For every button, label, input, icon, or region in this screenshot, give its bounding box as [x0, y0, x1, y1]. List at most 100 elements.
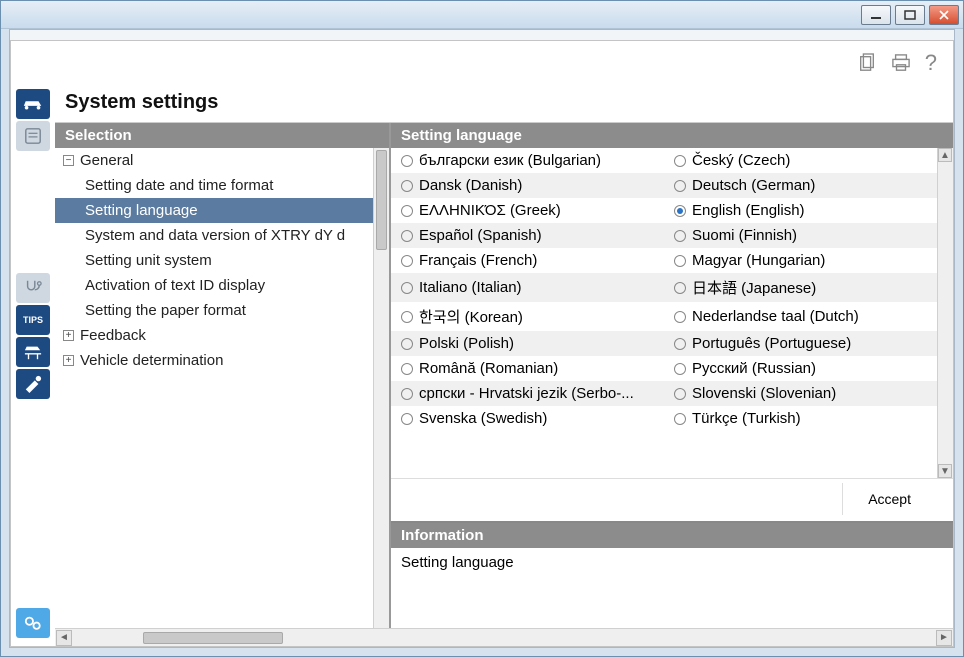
- language-label: Română (Romanian): [419, 360, 558, 377]
- window-minimize-button[interactable]: [861, 5, 891, 25]
- radio-icon[interactable]: [401, 230, 413, 242]
- language-option[interactable]: Nederlandse taal (Dutch): [664, 302, 937, 331]
- tree-item-label: Setting date and time format: [85, 177, 273, 194]
- h-scroll-thumb[interactable]: [143, 632, 283, 644]
- scroll-down-arrow[interactable]: ▼: [938, 464, 952, 478]
- radio-icon[interactable]: [674, 363, 686, 375]
- window-maximize-button[interactable]: [895, 5, 925, 25]
- window-close-button[interactable]: [929, 5, 959, 25]
- page-title: System settings: [55, 85, 953, 122]
- scroll-left-arrow[interactable]: ◄: [56, 630, 72, 646]
- language-option[interactable]: Suomi (Finnish): [664, 223, 937, 248]
- radio-icon[interactable]: [401, 180, 413, 192]
- expand-icon[interactable]: +: [63, 330, 74, 341]
- scroll-right-arrow[interactable]: ►: [936, 630, 952, 646]
- language-option[interactable]: српски - Hrvatski jezik (Serbo-...: [391, 381, 664, 406]
- language-row: Română (Romanian) Русский (Russian): [391, 356, 937, 381]
- language-label: Český (Czech): [692, 152, 790, 169]
- language-option[interactable]: English (English): [664, 198, 937, 223]
- language-option[interactable]: Magyar (Hungarian): [664, 248, 937, 273]
- language-option[interactable]: 日本語 (Japanese): [664, 273, 937, 302]
- tree-item[interactable]: System and data version of XTRY dY d: [55, 223, 389, 248]
- collapse-icon[interactable]: −: [63, 155, 74, 166]
- scroll-up-arrow[interactable]: ▲: [938, 148, 952, 162]
- expand-icon[interactable]: +: [63, 355, 74, 366]
- language-row: Español (Spanish)Suomi (Finnish): [391, 223, 937, 248]
- tool-icon[interactable]: [16, 369, 50, 399]
- tree-item[interactable]: Setting the paper format: [55, 298, 389, 323]
- help-button[interactable]: ?: [925, 50, 937, 76]
- radio-icon[interactable]: [401, 388, 413, 400]
- information-text: Setting language: [391, 548, 953, 628]
- stethoscope-icon[interactable]: [16, 273, 50, 303]
- radio-icon[interactable]: [401, 205, 413, 217]
- car-lift-icon[interactable]: [16, 337, 50, 367]
- radio-icon[interactable]: [674, 255, 686, 267]
- language-row: Polski (Polish) Português (Portuguese): [391, 331, 937, 356]
- tree-item[interactable]: Setting unit system: [55, 248, 389, 273]
- print-icon[interactable]: [891, 52, 911, 74]
- language-option[interactable]: Deutsch (German): [664, 173, 937, 198]
- radio-icon[interactable]: [674, 155, 686, 167]
- radio-icon[interactable]: [401, 311, 413, 323]
- language-option[interactable]: Français (French): [391, 248, 664, 273]
- radio-icon[interactable]: [674, 205, 686, 217]
- gears-icon[interactable]: [16, 608, 50, 638]
- tree-item[interactable]: −General: [55, 148, 389, 173]
- tree-scroll-thumb[interactable]: [376, 150, 387, 250]
- radio-icon[interactable]: [674, 388, 686, 400]
- language-option[interactable]: Dansk (Danish): [391, 173, 664, 198]
- titlebar: [1, 1, 963, 29]
- language-option[interactable]: Português (Portuguese): [664, 331, 937, 356]
- language-label: Français (French): [419, 252, 537, 269]
- document-icon[interactable]: [16, 121, 50, 151]
- app-window: ? TIPS: [0, 0, 964, 657]
- language-option[interactable]: Русский (Russian): [664, 356, 937, 381]
- language-option[interactable]: Polski (Polish): [391, 331, 664, 356]
- language-label: српски - Hrvatski jezik (Serbo-...: [419, 385, 634, 402]
- tree-item[interactable]: Setting language: [55, 198, 389, 223]
- language-scrollbar[interactable]: ▲ ▼: [937, 148, 953, 478]
- language-label: Deutsch (German): [692, 177, 815, 194]
- radio-icon[interactable]: [674, 338, 686, 350]
- radio-icon[interactable]: [401, 255, 413, 267]
- language-option[interactable]: ΕΛΛΗΝΙΚΌΣ (Greek): [391, 198, 664, 223]
- language-label: 한국의 (Korean): [419, 306, 523, 327]
- tree-item[interactable]: +Feedback: [55, 323, 389, 348]
- horizontal-scrollbar[interactable]: ◄ ►: [55, 628, 953, 646]
- content-frame: ? TIPS: [10, 40, 954, 647]
- radio-icon[interactable]: [401, 338, 413, 350]
- tree-item[interactable]: +Vehicle determination: [55, 348, 389, 373]
- tips-icon[interactable]: TIPS: [16, 305, 50, 335]
- language-option[interactable]: Svenska (Swedish): [391, 406, 664, 431]
- accept-button[interactable]: Accept: [842, 483, 937, 515]
- language-row: српски - Hrvatski jezik (Serbo-... Sloven…: [391, 381, 937, 406]
- information-panel: Information Setting language: [391, 521, 953, 628]
- radio-icon[interactable]: [401, 363, 413, 375]
- language-option[interactable]: Română (Romanian): [391, 356, 664, 381]
- language-option[interactable]: 한국의 (Korean): [391, 302, 664, 331]
- language-label: Türkçe (Turkish): [692, 410, 801, 427]
- radio-icon[interactable]: [674, 311, 686, 323]
- radio-icon[interactable]: [401, 413, 413, 425]
- language-option[interactable]: Slovenski (Slovenian): [664, 381, 937, 406]
- radio-icon[interactable]: [674, 180, 686, 192]
- vehicle-icon[interactable]: [16, 89, 50, 119]
- radio-icon[interactable]: [674, 282, 686, 294]
- language-option[interactable]: Italiano (Italian): [391, 273, 664, 302]
- language-label: Polski (Polish): [419, 335, 514, 352]
- radio-icon[interactable]: [401, 282, 413, 294]
- tree-scrollbar[interactable]: [373, 148, 389, 628]
- copy-icon[interactable]: [857, 52, 877, 74]
- language-option[interactable]: български език (Bulgarian): [391, 148, 664, 173]
- tree-item[interactable]: Activation of text ID display: [55, 273, 389, 298]
- radio-icon[interactable]: [674, 230, 686, 242]
- radio-icon[interactable]: [674, 413, 686, 425]
- radio-icon[interactable]: [401, 155, 413, 167]
- language-option[interactable]: Türkçe (Turkish): [664, 406, 937, 431]
- tree-item[interactable]: Setting date and time format: [55, 173, 389, 198]
- language-label: Português (Portuguese): [692, 335, 851, 352]
- language-option[interactable]: Český (Czech): [664, 148, 937, 173]
- language-row: Dansk (Danish) Deutsch (German): [391, 173, 937, 198]
- language-option[interactable]: Español (Spanish): [391, 223, 664, 248]
